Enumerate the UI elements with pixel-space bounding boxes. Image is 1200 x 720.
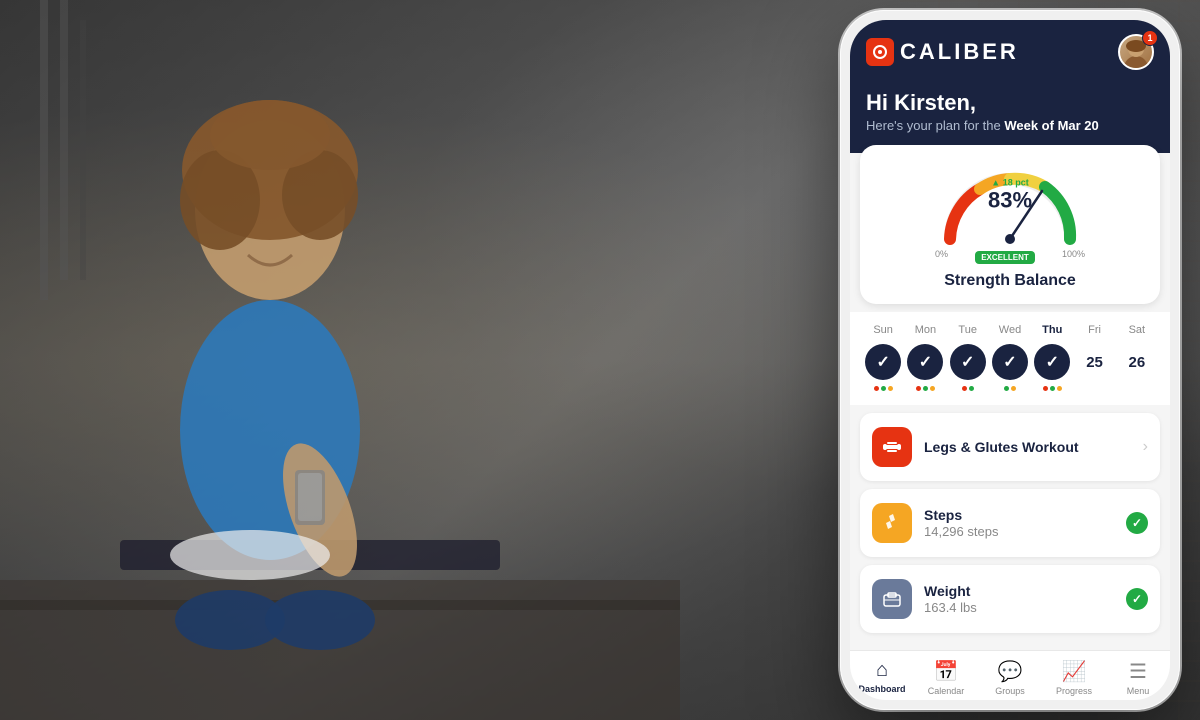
dots-tue bbox=[950, 386, 986, 391]
day-mon[interactable]: ✓ bbox=[907, 344, 943, 380]
app-logo: CALIBER bbox=[866, 38, 1019, 66]
menu-icon: ☰ bbox=[1129, 659, 1147, 684]
day-label-fri: Fri bbox=[1077, 324, 1113, 336]
workout-icon-weight bbox=[872, 579, 912, 619]
avatar-wrapper[interactable]: 1 bbox=[1118, 34, 1154, 70]
strength-balance-title: Strength Balance bbox=[944, 272, 1076, 290]
workout-name-weight: Weight bbox=[924, 583, 1114, 599]
nav-label-dashboard: Dashboard bbox=[858, 684, 905, 694]
gauge-labels: 0% EXCELLENT 100% bbox=[935, 249, 1085, 264]
dots-mon bbox=[907, 386, 943, 391]
workout-info-steps: Steps 14,296 steps bbox=[924, 507, 1114, 539]
nav-item-calendar[interactable]: 📅 Calendar bbox=[914, 659, 978, 696]
strength-balance-card: ▲ 18 pct 83% 0% EXCELLENT 100% Strength … bbox=[860, 145, 1160, 304]
workout-detail-weight: 163.4 lbs bbox=[924, 600, 1114, 615]
scroll-area: Sun Mon Tue Wed Thu Fri Sat ✓ ✓ bbox=[850, 312, 1170, 650]
dots-sat bbox=[1119, 386, 1155, 391]
check-icon-weight: ✓ bbox=[1126, 588, 1148, 610]
check-icon-steps: ✓ bbox=[1126, 512, 1148, 534]
progress-icon: 📈 bbox=[1062, 659, 1087, 684]
gauge-container: ▲ 18 pct 83% bbox=[930, 159, 1090, 249]
day-sun[interactable]: ✓ bbox=[865, 344, 901, 380]
workout-item-weight[interactable]: Weight 163.4 lbs ✓ bbox=[860, 565, 1160, 633]
day-label-sun: Sun bbox=[865, 324, 901, 336]
nav-item-menu[interactable]: ☰ Menu bbox=[1106, 659, 1170, 696]
day-label-wed: Wed bbox=[992, 324, 1028, 336]
workout-icon-steps bbox=[872, 503, 912, 543]
workout-name-legs: Legs & Glutes Workout bbox=[924, 439, 1131, 455]
workout-item-steps[interactable]: Steps 14,296 steps ✓ bbox=[860, 489, 1160, 557]
workout-info-legs: Legs & Glutes Workout bbox=[924, 439, 1131, 455]
groups-icon: 💬 bbox=[998, 659, 1023, 684]
workout-detail-steps: 14,296 steps bbox=[924, 524, 1114, 539]
greeting-title: Hi Kirsten, bbox=[866, 90, 1154, 116]
workout-item-legs[interactable]: Legs & Glutes Workout › bbox=[860, 413, 1160, 481]
day-sat[interactable]: 26 bbox=[1119, 344, 1155, 380]
greeting-subtitle: Here's your plan for the Week of Mar 20 bbox=[866, 118, 1154, 133]
greeting-section: Hi Kirsten, Here's your plan for the Wee… bbox=[850, 82, 1170, 153]
gauge-center-text: ▲ 18 pct 83% bbox=[988, 178, 1032, 213]
nav-item-progress[interactable]: 📈 Progress bbox=[1042, 659, 1106, 696]
day-thu[interactable]: ✓ bbox=[1034, 344, 1070, 380]
week-calendar: Sun Mon Tue Wed Thu Fri Sat ✓ ✓ bbox=[850, 312, 1170, 405]
dots-thu bbox=[1034, 386, 1070, 391]
app-name: CALIBER bbox=[900, 39, 1019, 65]
day-label-sat: Sat bbox=[1119, 324, 1155, 336]
nav-label-groups: Groups bbox=[995, 686, 1025, 696]
week-days-header: Sun Mon Tue Wed Thu Fri Sat bbox=[862, 324, 1158, 336]
bottom-nav: ⌂ Dashboard 📅 Calendar 💬 Groups 📈 Progre… bbox=[850, 650, 1170, 700]
phone-wrapper: CALIBER 1 Hi Kirsten, bbox=[840, 10, 1180, 710]
day-label-tue: Tue bbox=[950, 324, 986, 336]
workout-items-list: Legs & Glutes Workout › bbox=[850, 405, 1170, 641]
day-wed[interactable]: ✓ bbox=[992, 344, 1028, 380]
day-fri[interactable]: 25 bbox=[1077, 344, 1113, 380]
nav-label-calendar: Calendar bbox=[928, 686, 965, 696]
person-silhouette bbox=[0, 0, 680, 720]
nav-label-menu: Menu bbox=[1127, 686, 1150, 696]
week-dots bbox=[862, 386, 1158, 391]
logo-icon bbox=[866, 38, 894, 66]
app-header: CALIBER 1 bbox=[850, 20, 1170, 82]
dashboard-icon: ⌂ bbox=[876, 659, 888, 682]
workout-name-steps: Steps bbox=[924, 507, 1114, 523]
week-days-row: ✓ ✓ ✓ ✓ ✓ bbox=[862, 344, 1158, 380]
workout-icon-legs bbox=[872, 427, 912, 467]
workout-info-weight: Weight 163.4 lbs bbox=[924, 583, 1114, 615]
dots-sun bbox=[865, 386, 901, 391]
calendar-icon: 📅 bbox=[934, 659, 959, 684]
chevron-icon-legs: › bbox=[1143, 438, 1148, 456]
phone-screen: CALIBER 1 Hi Kirsten, bbox=[850, 20, 1170, 700]
day-tue[interactable]: ✓ bbox=[950, 344, 986, 380]
day-label-thu: Thu bbox=[1034, 324, 1070, 336]
nav-item-groups[interactable]: 💬 Groups bbox=[978, 659, 1042, 696]
dots-wed bbox=[992, 386, 1028, 391]
day-label-mon: Mon bbox=[907, 324, 943, 336]
notification-badge[interactable]: 1 bbox=[1142, 30, 1158, 46]
nav-label-progress: Progress bbox=[1056, 686, 1092, 696]
dots-fri bbox=[1077, 386, 1113, 391]
phone-shell: CALIBER 1 Hi Kirsten, bbox=[840, 10, 1180, 710]
nav-item-dashboard[interactable]: ⌂ Dashboard bbox=[850, 659, 914, 696]
